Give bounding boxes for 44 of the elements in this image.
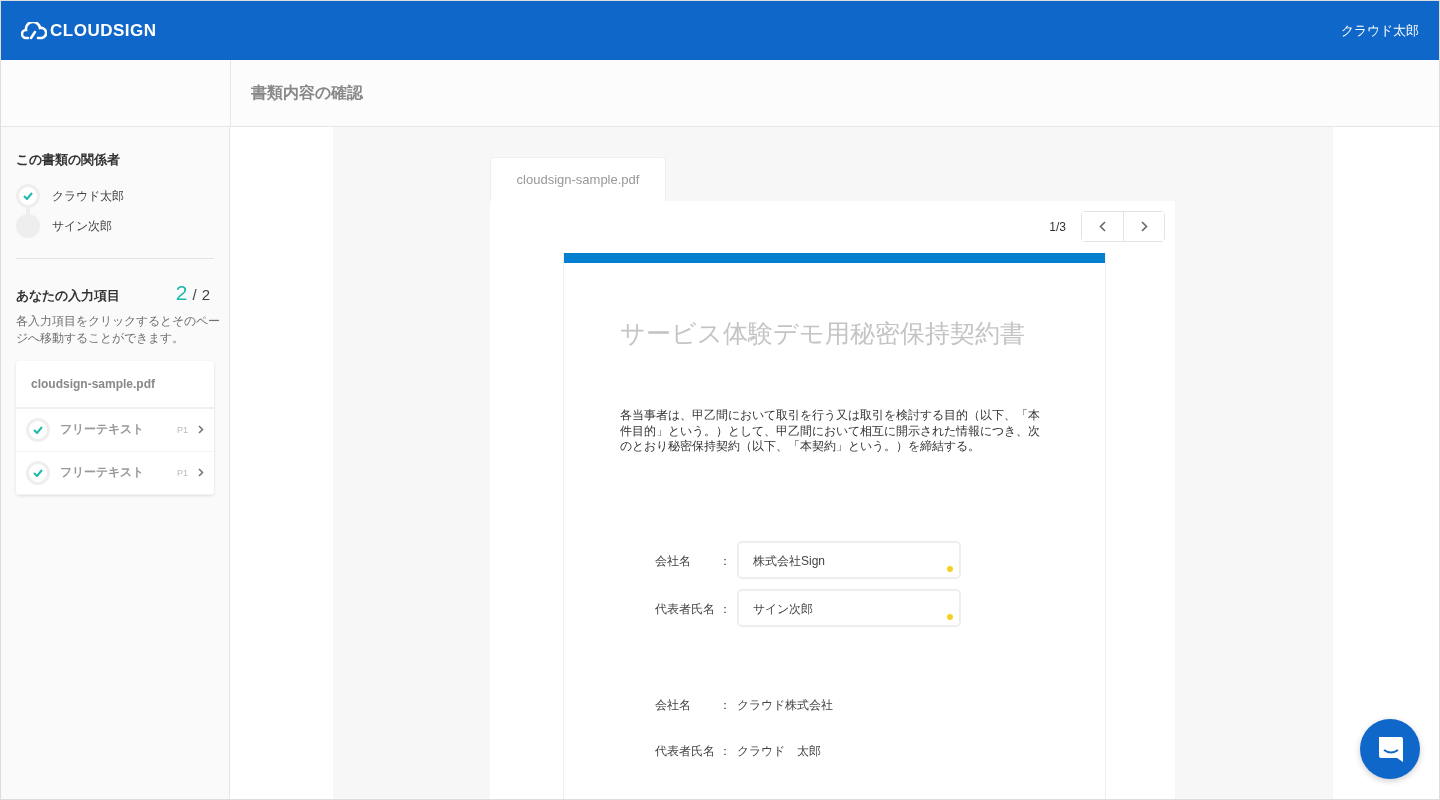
field-label: 代表者氏名 (655, 742, 716, 760)
field-item[interactable]: フリーテキスト P1 (16, 408, 214, 452)
party-name: クラウド太郎 (52, 187, 124, 205)
cloud-logo-icon (21, 21, 47, 40)
input-field[interactable]: サイン次郎 (737, 588, 961, 627)
hint-text: 各入力項目をクリックするとそのページへ移動することができます。 (16, 313, 221, 347)
input-field[interactable]: 株式会社Sign (737, 540, 961, 579)
colon: ： (719, 552, 732, 570)
next-page-button[interactable] (1123, 212, 1164, 241)
section-title: あなたの入力項目 (16, 287, 120, 305)
party-name: サイン次郎 (52, 217, 112, 235)
chevron-right-icon (1140, 221, 1148, 232)
file-name: cloudsign-sample.pdf (16, 360, 214, 409)
document-paragraph: 各当事者は、甲乙間において取引を行う又は取引を検討する目的（以下、「本件目的」という。）として、甲乙間において相互に開示された情報につき、次のとおり秘密保持契約（以下、「本契約」という。）を締結する。 (620, 408, 1041, 455)
document-tab[interactable]: cloudsign-sample.pdf (490, 157, 666, 201)
page-title: 書類内容の確認 (250, 82, 363, 103)
field-label: フリーテキスト (60, 464, 145, 482)
field-value: クラウド 太郎 (737, 742, 821, 760)
colon: ： (719, 600, 732, 618)
required-dot-icon (947, 565, 953, 572)
logo-text: CLOUDSIGN (50, 20, 157, 41)
field-label: 会社名 (655, 552, 692, 570)
colon: ： (719, 742, 732, 760)
colon: ： (719, 696, 732, 714)
user-name[interactable]: クラウド太郎 (1341, 21, 1419, 40)
count-separator: / (192, 286, 197, 303)
page-label: P1 (177, 467, 188, 478)
chevron-right-icon (198, 468, 204, 478)
chat-button[interactable] (1360, 719, 1420, 779)
chevron-right-icon (198, 425, 204, 435)
page-label: P1 (177, 424, 188, 435)
document-title: サービス体験デモ用秘密保持契約書 (620, 318, 1026, 349)
field-item[interactable]: フリーテキスト P1 (16, 451, 214, 495)
field-label: フリーテキスト (60, 421, 145, 439)
total-count: 2 (201, 286, 210, 303)
required-dot-icon (947, 613, 953, 620)
field-label: 会社名 (655, 696, 692, 714)
page-counter: 1/3 (1049, 219, 1066, 234)
logo[interactable]: CLOUDSIGN (21, 20, 157, 41)
section-title: この書類の関係者 (16, 151, 121, 169)
field-label: 代表者氏名 (655, 600, 716, 618)
done-count: 2 (175, 281, 188, 305)
field-value: クラウド株式会社 (737, 696, 833, 714)
chevron-left-icon (1099, 221, 1106, 232)
